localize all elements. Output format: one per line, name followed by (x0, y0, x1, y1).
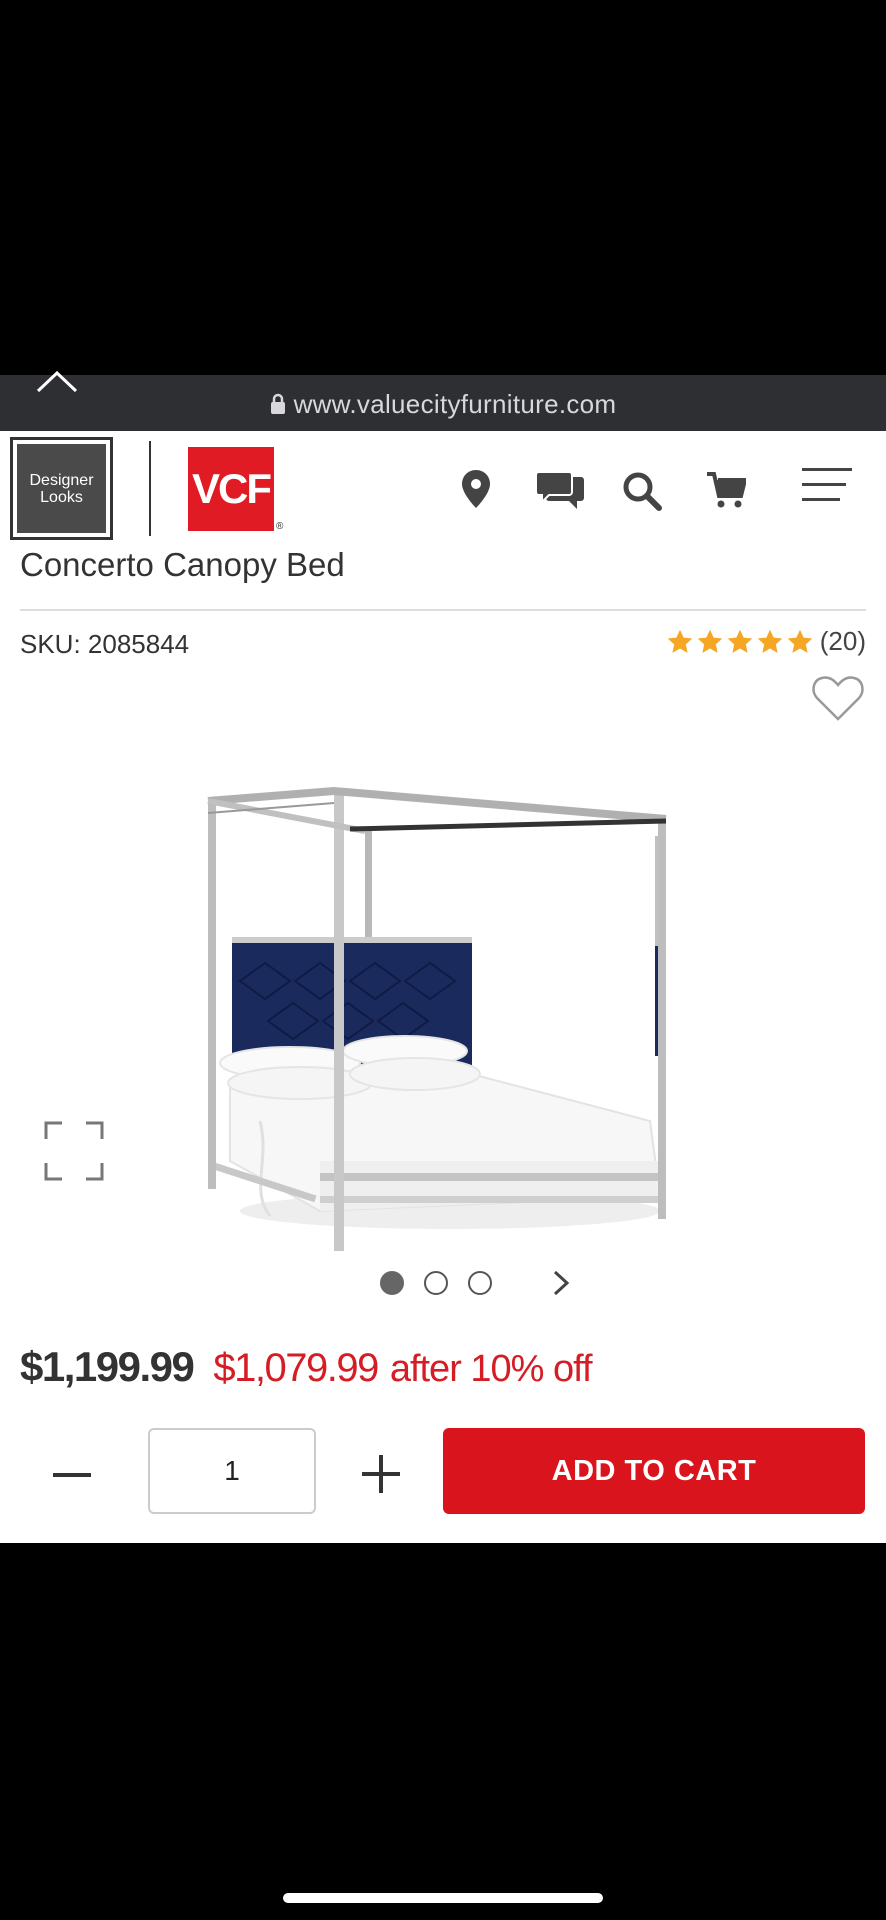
carousel-dot-2[interactable] (424, 1271, 448, 1295)
carousel-dot-3[interactable] (468, 1271, 492, 1295)
chat-icon[interactable] (535, 471, 585, 511)
browser-url-bar[interactable]: www.valuecityfurniture.com (0, 375, 886, 431)
star-icon (757, 629, 782, 653)
quantity-decrease-button[interactable] (52, 1455, 92, 1495)
home-indicator[interactable] (283, 1893, 603, 1903)
lock-icon (270, 391, 286, 422)
menu-icon[interactable] (800, 465, 854, 505)
search-icon[interactable] (622, 471, 662, 511)
original-price: $1,199.99 (20, 1343, 195, 1390)
carousel-dot-1[interactable] (380, 1271, 404, 1295)
designer-looks-logo[interactable]: Designer Looks (10, 437, 113, 540)
sale-price: $1,079.99 (213, 1346, 379, 1390)
product-title: Concerto Canopy Bed (20, 546, 345, 583)
status-area (0, 0, 886, 375)
registered-mark: ® (276, 521, 284, 532)
cart-icon[interactable] (706, 471, 746, 511)
review-count: (20) (819, 626, 866, 656)
carousel-pagination (380, 1269, 570, 1297)
star-rating (666, 628, 814, 656)
expand-icon[interactable] (44, 1121, 104, 1181)
star-icon (727, 629, 752, 653)
star-icon (667, 629, 692, 653)
quantity-increase-button[interactable] (362, 1455, 400, 1493)
price-row: $1,199.99 $1,079.99 after 10% off (20, 1343, 593, 1391)
star-icon (787, 629, 812, 653)
discount-note: after 10% off (389, 1348, 593, 1390)
chevron-right-icon[interactable] (552, 1269, 570, 1297)
rating-summary[interactable]: (20) (666, 626, 866, 657)
product-page: Designer Looks VCF ® Concerto Canopy Bed… (0, 431, 886, 1543)
heart-icon[interactable] (812, 675, 864, 721)
star-icon (697, 629, 722, 653)
add-to-cart-button[interactable]: ADD TO CART (443, 1428, 865, 1514)
header-divider (149, 441, 151, 536)
minus-icon (53, 1473, 91, 1477)
product-image[interactable] (200, 691, 680, 1251)
url-text: www.valuecityfurniture.com (293, 389, 617, 419)
quantity-input[interactable]: 1 (148, 1428, 316, 1514)
location-pin-icon[interactable] (461, 469, 491, 509)
product-sku: SKU: 2085844 (20, 629, 190, 659)
divider (20, 609, 866, 611)
site-header: Designer Looks VCF ® (0, 431, 886, 543)
close-icon[interactable] (34, 363, 80, 393)
vcf-logo[interactable]: VCF (188, 447, 274, 531)
